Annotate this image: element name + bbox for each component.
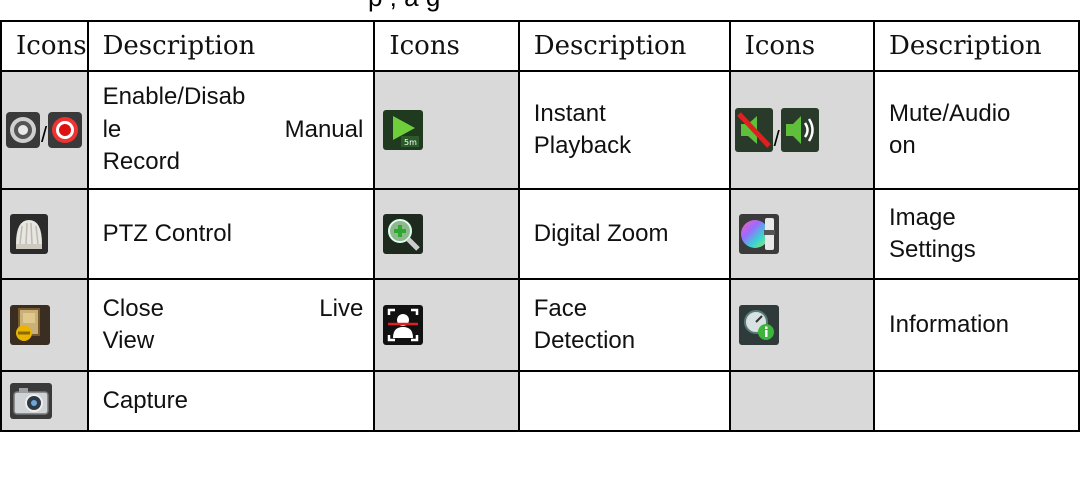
table-row: PTZ Control Digital Zoom Image Settings [0,188,1080,280]
instant-playback-icon: 5m [383,110,424,150]
description-cell: PTZ Control [86,188,376,280]
record-on-icon [48,112,83,148]
face-detection-icon [383,305,424,345]
desc-line-justified: le Manual [103,114,364,146]
desc-line: Enable/Disab [102,83,246,111]
close-live-view-icon [10,305,50,345]
empty-description-cell [872,370,1080,432]
desc-word: Live [319,294,364,322]
table-row: Close Live View Face Detection Informati… [0,278,1080,372]
desc-line: Face [533,294,588,322]
icon-cell: 5m [373,70,520,190]
header-description-2: Description [517,20,731,72]
table-header-row: Icons Description Icons Description Icon… [0,20,1080,72]
icon-cell [0,278,89,372]
desc-line: on [888,132,916,159]
icon-separator: / [773,126,780,151]
desc-word: le [102,115,122,143]
description-cell: Capture [86,370,376,432]
icon-cell [0,188,89,280]
description-cell: Digital Zoom [517,188,731,280]
icon-cell [0,370,89,432]
header-fragment: p , a g [0,0,1080,20]
desc-line: Detection [533,327,636,354]
desc-line: Record [102,148,180,176]
table-row: / Enable/Disab le Manual Record 5m Insta… [0,70,1080,190]
desc-line: PTZ Control [102,219,232,247]
icon-cell: / [0,70,89,190]
desc-line: Information [888,310,1010,338]
description-cell: Face Detection [517,278,731,372]
header-icons-2: Icons [373,20,520,72]
desc-word: Manual [284,115,364,143]
information-icon [738,305,779,345]
desc-line: Playback [533,132,632,159]
header-description-1: Description [86,20,376,72]
header-icons-1: Icons [0,20,89,72]
mute-icon [734,108,773,152]
empty-icon-cell [728,370,875,432]
desc-line: Image [888,203,956,231]
ptz-control-icon [10,214,48,254]
table-row: Capture [0,370,1080,432]
svg-text:5m: 5m [404,138,417,147]
desc-line: Digital Zoom [533,219,669,247]
description-cell: Instant Playback [517,70,731,190]
icon-separator: / [41,122,48,147]
icon-cell [728,278,875,372]
image-settings-icon [738,214,779,254]
empty-description-cell [517,370,731,432]
desc-line: Capture [102,386,188,414]
desc-line: View [102,327,155,354]
record-off-icon [6,112,40,148]
empty-icon-cell [373,370,520,432]
desc-line: Mute/Audio [888,99,1011,127]
desc-line-justified: Close Live [103,293,364,325]
icon-cell [728,188,875,280]
icon-cell [373,278,520,372]
icon-description-table: Icons Description Icons Description Icon… [0,20,1080,432]
icon-cell: / [728,70,875,190]
digital-zoom-icon [383,214,424,254]
header-text: p , a g [368,0,440,13]
audio-on-icon [780,108,819,152]
desc-line: Instant [533,99,606,127]
description-cell: Image Settings [872,188,1080,280]
description-cell: Close Live View [86,278,376,372]
description-cell: Information [872,278,1080,372]
icon-cell [373,188,520,280]
desc-line: Settings [888,236,976,263]
capture-icon [10,383,52,419]
description-cell: Enable/Disab le Manual Record [86,70,376,190]
desc-word: Close [102,294,164,322]
header-description-3: Description [872,20,1080,72]
header-icons-3: Icons [728,20,875,72]
description-cell: Mute/Audio on [872,70,1080,190]
